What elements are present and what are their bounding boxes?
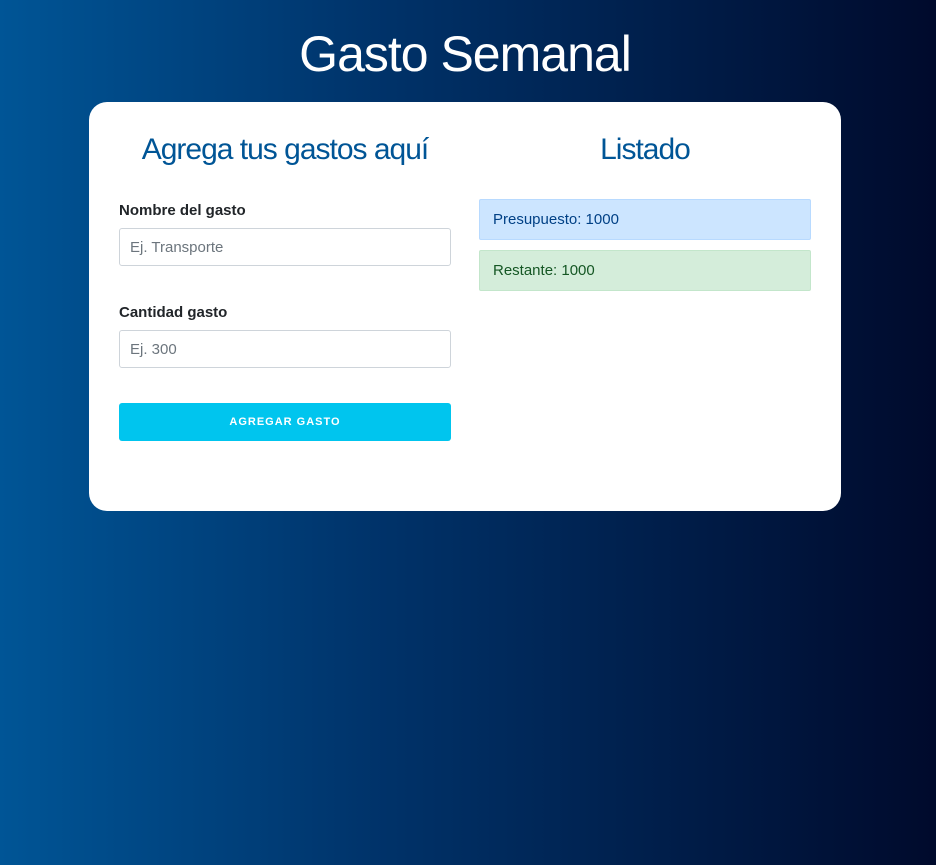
budget-alert: Presupuesto: 1000 — [479, 199, 811, 240]
expense-name-input[interactable] — [119, 228, 451, 266]
expense-amount-label: Cantidad gasto — [119, 304, 228, 321]
add-expense-button[interactable]: Agregar Gasto — [119, 403, 451, 441]
page-title: Gasto Semanal — [299, 26, 632, 82]
expense-amount-input[interactable] — [119, 330, 451, 368]
expense-name-label: Nombre del gasto — [119, 202, 246, 219]
remaining-alert: Restante: 1000 — [479, 250, 811, 291]
form-title: Agrega tus gastos aquí — [141, 133, 430, 166]
main-card: Agrega tus gastos aquí Nombre del gasto … — [89, 102, 841, 511]
listing-title: Listado — [600, 133, 691, 166]
